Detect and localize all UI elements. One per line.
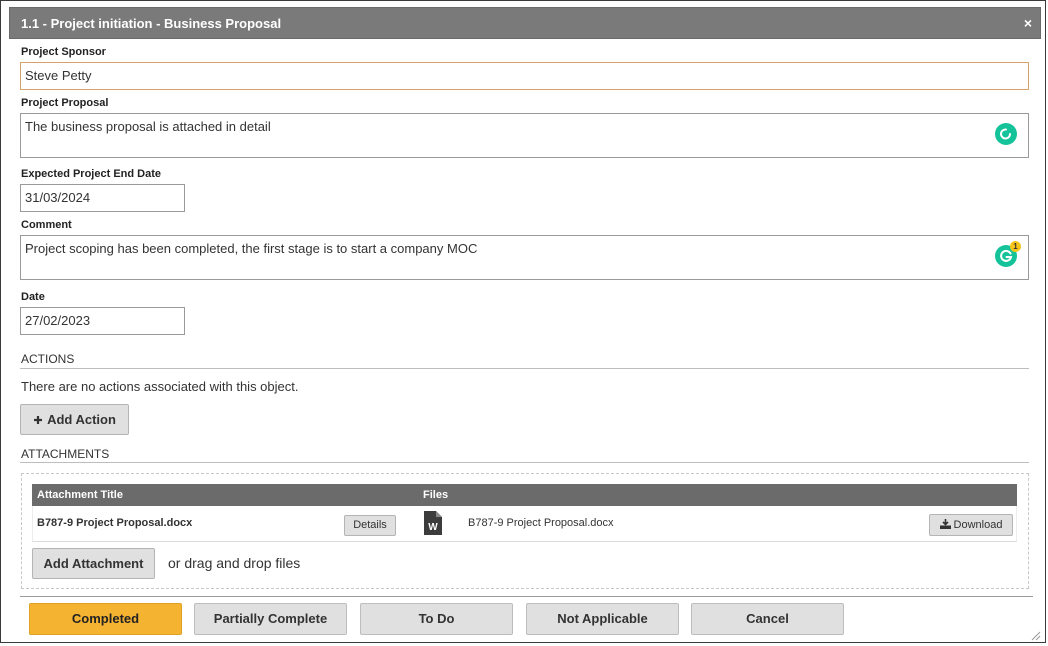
proposal-label: Project Proposal bbox=[21, 97, 109, 109]
comment-label: Comment bbox=[21, 219, 72, 231]
actions-divider bbox=[20, 368, 1029, 369]
add-action-button[interactable]: Add Action bbox=[20, 404, 129, 435]
dialog-title: 1.1 - Project initiation - Business Prop… bbox=[21, 16, 282, 31]
end-date-input[interactable]: 31/03/2024 bbox=[20, 184, 185, 212]
grammarly-icon[interactable] bbox=[995, 123, 1017, 145]
file-name[interactable]: B787-9 Project Proposal.docx bbox=[468, 517, 614, 529]
svg-text:W: W bbox=[428, 522, 438, 533]
download-icon bbox=[939, 515, 951, 535]
comment-textarea[interactable]: Project scoping has been completed, the … bbox=[20, 235, 1029, 280]
dialog-window: 1.1 - Project initiation - Business Prop… bbox=[0, 0, 1046, 643]
resize-grip-icon[interactable] bbox=[1031, 628, 1041, 641]
add-attachment-button[interactable]: Add Attachment bbox=[32, 548, 155, 579]
partially-complete-button[interactable]: Partially Complete bbox=[194, 603, 347, 635]
details-label: Details bbox=[353, 519, 387, 531]
end-date-value: 31/03/2024 bbox=[25, 190, 91, 205]
download-label: Download bbox=[953, 519, 1003, 531]
column-header-title: Attachment Title bbox=[37, 489, 123, 501]
completed-button[interactable]: Completed bbox=[29, 603, 182, 635]
plus-icon bbox=[33, 405, 43, 434]
footer-divider bbox=[20, 596, 1033, 597]
end-date-label: Expected Project End Date bbox=[21, 168, 161, 180]
attachments-heading: ATTACHMENTS bbox=[21, 447, 110, 461]
add-attachment-label: Add Attachment bbox=[43, 556, 144, 571]
close-icon[interactable]: × bbox=[1024, 16, 1032, 30]
not-applicable-button[interactable]: Not Applicable bbox=[526, 603, 679, 635]
to-do-button[interactable]: To Do bbox=[360, 603, 513, 635]
date-label: Date bbox=[21, 291, 45, 303]
column-header-files: Files bbox=[423, 489, 449, 501]
sponsor-value: Steve Petty bbox=[25, 68, 92, 83]
details-button[interactable]: Details bbox=[344, 515, 396, 536]
sponsor-label: Project Sponsor bbox=[21, 46, 106, 58]
proposal-textarea[interactable]: The business proposal is attached in det… bbox=[20, 113, 1029, 158]
cancel-button[interactable]: Cancel bbox=[691, 603, 844, 635]
attachment-title: B787-9 Project Proposal.docx bbox=[37, 517, 193, 529]
download-button[interactable]: Download bbox=[929, 514, 1013, 536]
proposal-value: The business proposal is attached in det… bbox=[25, 119, 271, 134]
date-value: 27/02/2023 bbox=[25, 313, 91, 328]
grammarly-badge: 1 bbox=[1010, 241, 1021, 252]
comment-value: Project scoping has been completed, the … bbox=[25, 241, 478, 256]
attachments-divider bbox=[20, 462, 1029, 463]
sponsor-input[interactable]: Steve Petty bbox=[20, 62, 1029, 90]
attachments-table-header: Attachment Title Files bbox=[32, 484, 1017, 506]
add-action-label: Add Action bbox=[47, 412, 116, 427]
date-input[interactable]: 27/02/2023 bbox=[20, 307, 185, 335]
table-row: B787-9 Project Proposal.docx Details W B… bbox=[32, 506, 1017, 542]
drop-hint: or drag and drop files bbox=[168, 555, 301, 571]
dialog-titlebar: 1.1 - Project initiation - Business Prop… bbox=[9, 7, 1041, 39]
grammarly-icon[interactable]: 1 bbox=[995, 241, 1021, 267]
word-document-icon[interactable]: W bbox=[424, 511, 442, 538]
actions-empty-text: There are no actions associated with thi… bbox=[21, 379, 299, 394]
actions-heading: ACTIONS bbox=[21, 352, 75, 366]
